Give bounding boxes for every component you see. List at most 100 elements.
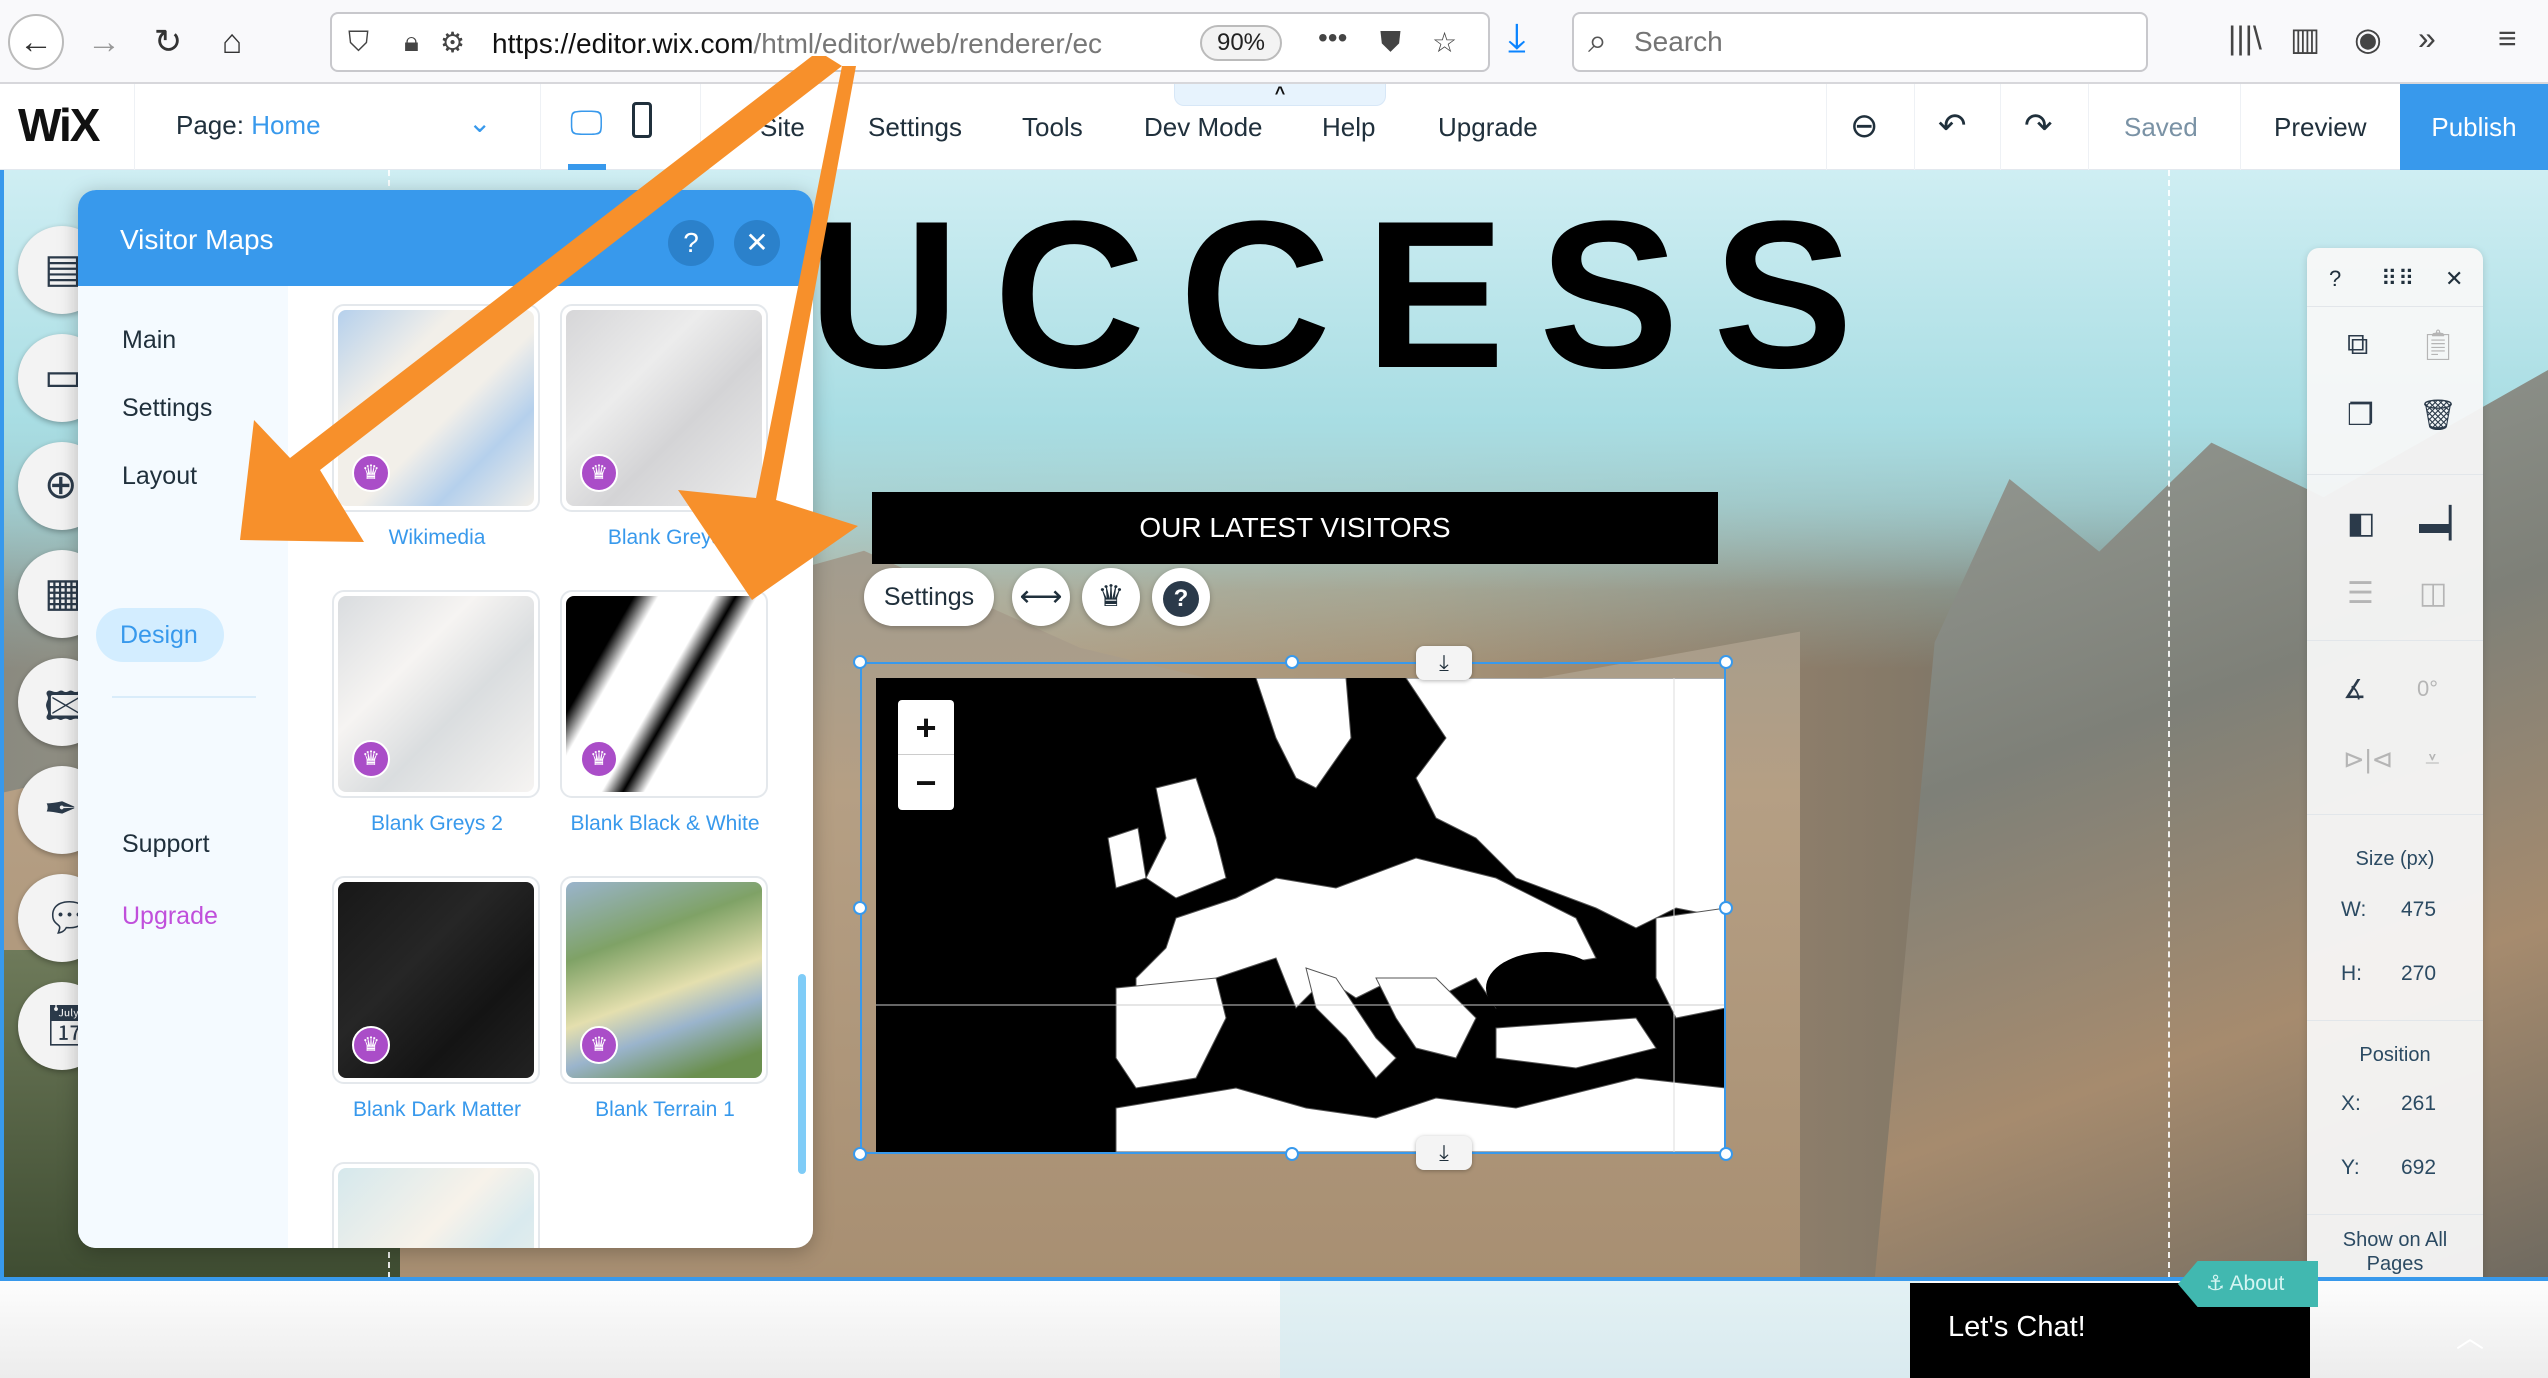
match-size-icon[interactable]: ◫	[2419, 576, 2447, 611]
home-button[interactable]: ⌂	[204, 14, 260, 70]
nav-layout[interactable]: Layout	[122, 462, 197, 491]
forward-button[interactable]: →	[76, 14, 132, 70]
theme-label[interactable]: Wikimedia	[322, 526, 552, 550]
width-value[interactable]: 475	[2401, 898, 2436, 922]
distribute-icon[interactable]: ☰	[2347, 576, 2374, 611]
menu-settings[interactable]: Settings	[868, 112, 962, 143]
redo-icon[interactable]: ↷	[2024, 106, 2053, 146]
menu-site[interactable]: Site	[760, 112, 805, 143]
resize-handle-top-left[interactable]	[853, 655, 867, 669]
reload-button[interactable]: ↻	[140, 14, 196, 70]
copy-icon[interactable]: ⧉	[2347, 328, 2368, 362]
url-bar[interactable]: ⛉ 🔒︎ ⚙ https://editor.wix.com/html/edito…	[330, 12, 1490, 72]
pocket-icon[interactable]: ⛊	[1380, 26, 1401, 59]
desktop-view-icon[interactable]: 🖵︎	[570, 104, 603, 143]
anchor-about-tag[interactable]: ⚓︎ About	[2178, 1261, 2318, 1307]
properties-help-button[interactable]: ?	[2329, 266, 2341, 292]
delete-icon[interactable]: 🗑︎	[2419, 398, 2457, 433]
resize-handle-left[interactable]	[853, 901, 867, 915]
resize-handle-right[interactable]	[1719, 901, 1733, 915]
nav-settings[interactable]: Settings	[122, 394, 212, 423]
panel-close-button[interactable]: ✕	[734, 220, 780, 266]
resize-handle-top-right[interactable]	[1719, 655, 1733, 669]
bottom-anchor-button[interactable]: ⤓	[1416, 1136, 1472, 1170]
resize-handle-bottom-left[interactable]	[853, 1147, 867, 1161]
bookmark-star-icon[interactable]: ☆	[1432, 26, 1457, 59]
paste-icon[interactable]: 📋︎	[2419, 328, 2457, 363]
theme-wikimedia[interactable]: ♛	[332, 304, 540, 512]
stretch-button[interactable]: ⟷	[1012, 568, 1070, 626]
theme-blank-black-white[interactable]: ♛	[560, 590, 768, 798]
theme-blank-greys[interactable]: ♛	[560, 304, 768, 512]
pages-icon: ▤	[44, 247, 82, 291]
upgrade-button[interactable]: ♛	[1082, 568, 1140, 626]
theme-next[interactable]	[332, 1162, 540, 1248]
rotate-icon[interactable]: ∡	[2343, 674, 2366, 705]
duplicate-icon[interactable]: ❐	[2347, 398, 2374, 433]
resize-handle-top[interactable]	[1285, 655, 1299, 669]
url-text[interactable]: https://editor.wix.com/html/editor/web/r…	[492, 28, 1132, 60]
resize-handle-bottom[interactable]	[1285, 1147, 1299, 1161]
menu-icon[interactable]: ≡	[2498, 20, 2517, 57]
rotation-value[interactable]: 0°	[2417, 676, 2438, 702]
y-value[interactable]: 692	[2401, 1156, 2436, 1180]
zoom-out-icon[interactable]: ⊖	[1850, 106, 1879, 146]
visitors-banner[interactable]: OUR LATEST VISITORS	[872, 492, 1718, 564]
panel-header[interactable]: Visitor Maps ? ✕	[78, 190, 813, 286]
properties-close-button[interactable]: ✕	[2445, 266, 2463, 292]
top-anchor-button[interactable]: ⤓	[1416, 646, 1472, 680]
x-value[interactable]: 261	[2401, 1092, 2436, 1116]
search-bar[interactable]: ⌕	[1572, 12, 2148, 72]
theme-blank-dark-matter[interactable]: ♛	[332, 876, 540, 1084]
theme-blank-greys-2[interactable]: ♛	[332, 590, 540, 798]
nav-support[interactable]: Support	[122, 830, 210, 859]
menu-dev-mode[interactable]: Dev Mode	[1144, 112, 1263, 143]
library-icon[interactable]: |||\	[2228, 20, 2262, 57]
align-icon[interactable]: ▬▏	[2419, 506, 2472, 541]
height-value[interactable]: 270	[2401, 962, 2436, 986]
panel-help-button[interactable]: ?	[668, 220, 714, 266]
theme-label[interactable]: Blank Greys	[550, 526, 780, 550]
drag-handle-icon[interactable]: ⠿⠿	[2381, 266, 2415, 292]
back-button[interactable]: ←	[8, 14, 64, 70]
element-settings-button[interactable]: Settings	[864, 568, 994, 626]
undo-icon[interactable]: ↶	[1938, 106, 1967, 146]
lock-icon[interactable]: 🔒︎	[404, 26, 419, 59]
chevron-down-icon[interactable]: ⌄	[468, 106, 491, 139]
overflow-icon[interactable]: »	[2418, 20, 2436, 57]
theme-blank-terrain-1[interactable]: ♛	[560, 876, 768, 1084]
publish-button[interactable]: Publish	[2400, 84, 2548, 170]
nav-main[interactable]: Main	[122, 326, 176, 355]
flip-vertical-icon[interactable]: ⩡	[2425, 744, 2440, 776]
preview-button[interactable]: Preview	[2274, 112, 2366, 143]
panel-scrollbar[interactable]	[798, 974, 806, 1174]
menu-upgrade[interactable]: Upgrade	[1438, 112, 1538, 143]
nav-upgrade[interactable]: Upgrade	[122, 902, 218, 931]
theme-label[interactable]: Blank Dark Matter	[322, 1098, 552, 1122]
theme-label[interactable]: Blank Greys 2	[322, 812, 552, 836]
flip-horizontal-icon[interactable]: ⊳|⊲	[2343, 744, 2393, 775]
permissions-icon[interactable]: ⚙	[440, 26, 465, 59]
menu-help[interactable]: Help	[1322, 112, 1375, 143]
resize-handle-bottom-right[interactable]	[1719, 1147, 1733, 1161]
page-selector[interactable]: Page: Home	[176, 110, 321, 141]
account-icon[interactable]: ◉	[2354, 20, 2382, 58]
element-help-button[interactable]: ?	[1152, 568, 1210, 626]
wix-logo[interactable]: WiX	[18, 98, 100, 152]
tracking-protection-icon[interactable]: ⛉	[348, 26, 369, 59]
search-input[interactable]	[1634, 24, 2114, 60]
chevron-up-icon[interactable]: ︿	[2456, 1316, 2484, 1356]
sidebar-icon[interactable]: ▥	[2290, 20, 2320, 58]
zoom-level-badge[interactable]: 90%	[1200, 25, 1282, 61]
theme-label[interactable]: Blank Black & White	[550, 812, 780, 836]
anchor-label: About	[2229, 1272, 2285, 1295]
mobile-view-icon[interactable]	[632, 102, 652, 138]
nav-design[interactable]: Design	[96, 608, 224, 662]
theme-label[interactable]: Blank Terrain 1	[550, 1098, 780, 1122]
collapse-toolbar-button[interactable]: ^	[1174, 84, 1386, 106]
download-icon[interactable]: ⤓	[1508, 16, 1526, 61]
arrange-icon[interactable]: ◧	[2347, 506, 2375, 541]
more-icon[interactable]: •••	[1318, 22, 1347, 54]
hero-heading[interactable]: UCCESS	[808, 190, 1887, 400]
menu-tools[interactable]: Tools	[1022, 112, 1083, 143]
